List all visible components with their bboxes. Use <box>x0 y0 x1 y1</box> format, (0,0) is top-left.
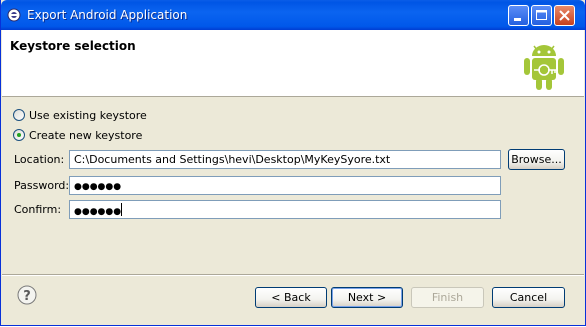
password-label: Password: <box>14 179 70 192</box>
android-robot-icon <box>524 45 564 90</box>
title-bar[interactable]: Export Android Application <box>1 0 585 30</box>
password-input[interactable]: ●●●●●● <box>69 176 501 195</box>
maximize-button[interactable] <box>531 5 552 26</box>
window-title: Export Android Application <box>27 8 188 22</box>
eclipse-icon <box>7 8 21 22</box>
create-new-keystore-label: Create new keystore <box>29 128 143 142</box>
create-new-keystore-radio[interactable]: Create new keystore <box>13 127 142 143</box>
use-existing-keystore-label: Use existing keystore <box>29 108 147 122</box>
minimize-button[interactable] <box>508 5 529 26</box>
confirm-label: Confirm: <box>14 203 62 216</box>
cancel-button[interactable]: Cancel <box>492 287 565 308</box>
location-label: Location: <box>14 153 65 166</box>
confirm-value: ●●●●●● <box>74 207 122 217</box>
finish-button[interactable]: Finish <box>411 287 484 308</box>
radio-checked-icon <box>13 129 25 141</box>
location-value: C:\Documents and Settings\hevi\Desktop\M… <box>74 153 391 166</box>
close-icon <box>559 10 570 21</box>
close-button[interactable] <box>554 5 575 26</box>
next-button-label: Next > <box>347 291 387 304</box>
back-button-label: < Back <box>271 291 311 304</box>
confirm-input[interactable]: ●●●●●● <box>69 200 501 219</box>
svg-text:?: ? <box>23 289 31 304</box>
password-value: ●●●●●● <box>74 182 122 192</box>
cancel-button-label: Cancel <box>509 291 548 304</box>
footer-separator <box>2 274 584 276</box>
wizard-header: Keystore selection <box>2 30 584 97</box>
use-existing-keystore-radio[interactable]: Use existing keystore <box>13 107 147 123</box>
radio-unchecked-icon <box>13 109 25 121</box>
help-icon[interactable]: ? <box>17 285 37 305</box>
text-caret <box>121 203 123 216</box>
finish-button-label: Finish <box>431 291 464 304</box>
page-title: Keystore selection <box>10 39 136 53</box>
browse-button[interactable]: Browse... <box>508 149 565 170</box>
browse-button-label: Browse... <box>511 153 562 166</box>
maximize-icon <box>536 10 547 20</box>
location-input[interactable]: C:\Documents and Settings\hevi\Desktop\M… <box>69 150 501 169</box>
minimize-icon <box>514 18 521 21</box>
next-button[interactable]: Next > <box>331 287 403 308</box>
export-dialog: Export Android Application Keystore sele… <box>0 0 586 326</box>
back-button[interactable]: < Back <box>255 287 327 308</box>
